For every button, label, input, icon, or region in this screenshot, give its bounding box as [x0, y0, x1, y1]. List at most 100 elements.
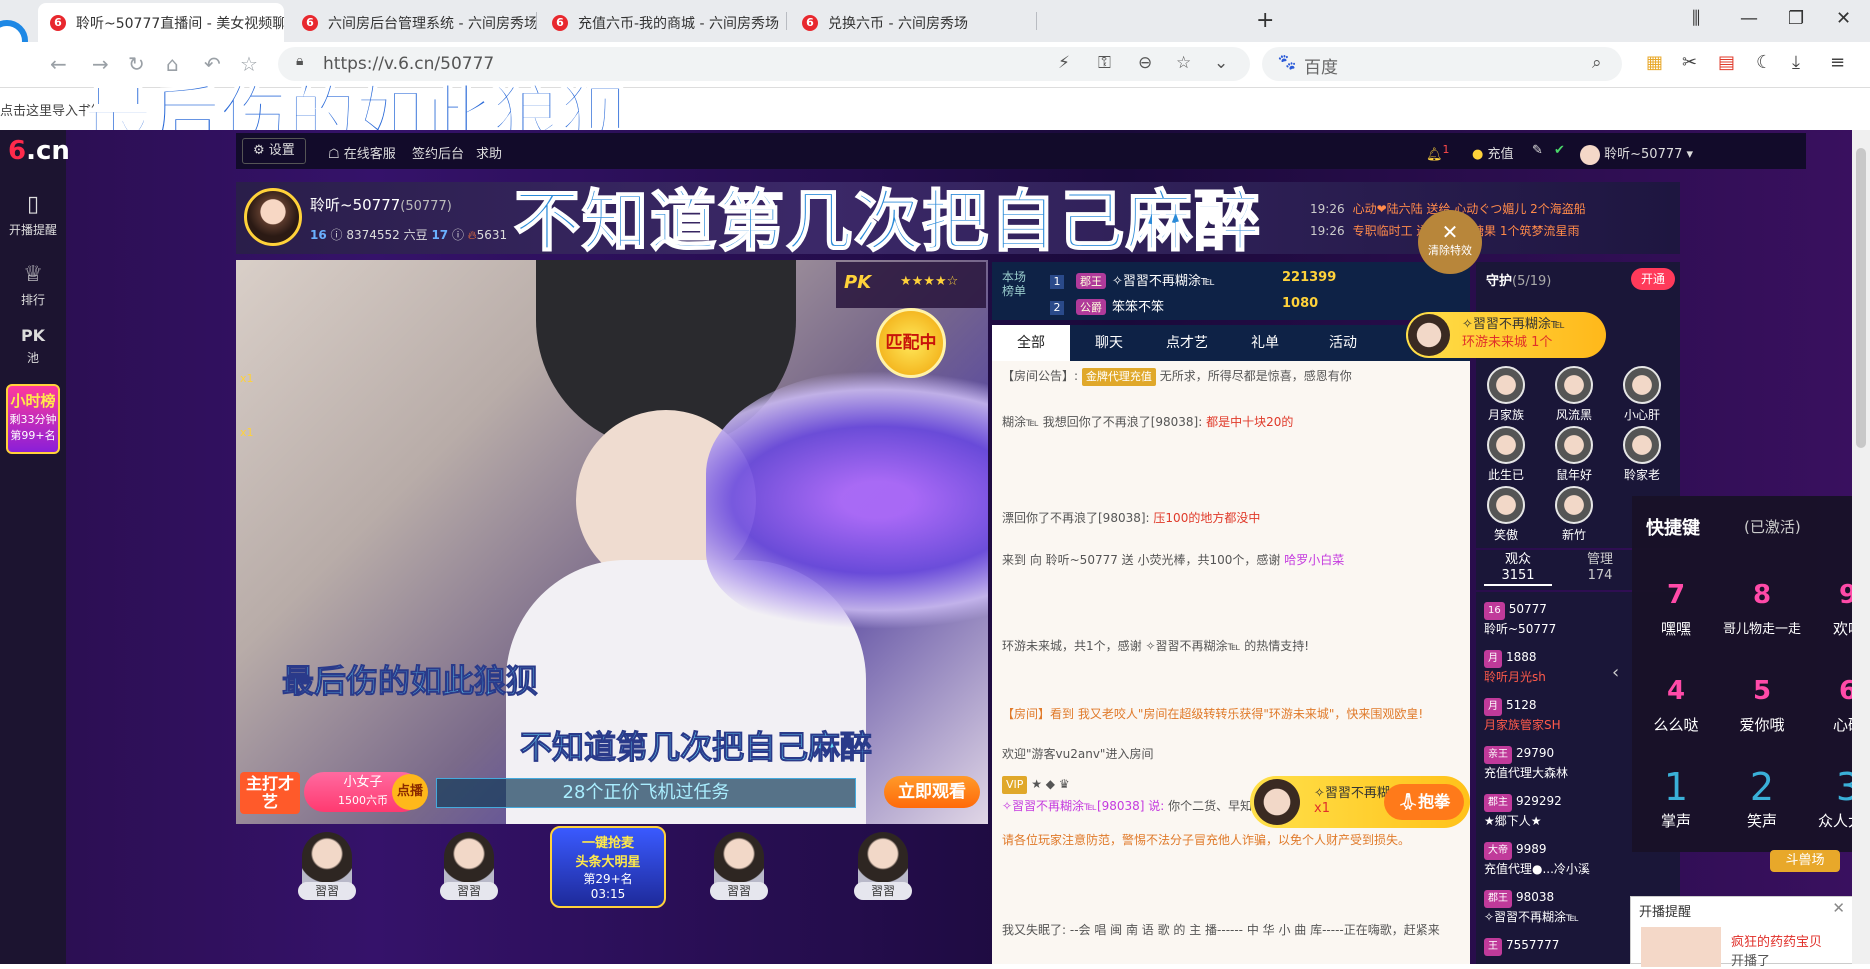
chat-broadcast: 我又失眠了: --会 唱 闽 南 语 歌 的 主 播------ 中 华 小 曲… [1002, 923, 1440, 937]
clear-effects-button[interactable]: ✕ 清除特效 [1418, 210, 1482, 274]
watch-now-button[interactable]: 立即观看 [884, 776, 980, 808]
hour-rank-promo[interactable]: 小时榜 剩33分钟 第99+名 [6, 384, 60, 454]
chat-panel[interactable]: 【房间公告】: 金牌代理充值 无所求，所得尽都是惊喜，感恩有你 糊涂℡ 我想回你… [992, 361, 1470, 964]
tab-recharge[interactable]: 6 充值六币-我的商城 - 六间房秀场 [540, 3, 786, 42]
guard-member[interactable]: 月家族 [1478, 366, 1534, 423]
close-window-icon[interactable]: ✕ [1836, 8, 1851, 29]
gift-car-effect [706, 370, 988, 630]
tab-admins[interactable]: 管理 174 [1566, 552, 1634, 584]
shortcut-item[interactable]: 8 哥儿物走一走 [1720, 572, 1804, 637]
avatar [1487, 486, 1525, 524]
mic-seat[interactable]: 習習 [284, 832, 370, 922]
rank-row[interactable]: 1 郡王 ✧習習不再糊涂℡ 221399 [1050, 270, 1450, 289]
search-icon[interactable]: ⌕ [1592, 53, 1602, 73]
sidebar-item-rank[interactable]: ♕ 排行 [0, 262, 66, 308]
search-placeholder: 百度 [1304, 58, 1338, 78]
sidebar-item-reminder[interactable]: ▯ 开播提醒 [0, 192, 66, 238]
sidebar-item-pk[interactable]: PK 池 [0, 326, 66, 366]
page-scrollbar[interactable] [1852, 130, 1870, 964]
tab-chat[interactable]: 聊天 [1070, 325, 1148, 361]
minimize-icon[interactable]: — [1740, 8, 1758, 29]
shortcut-item[interactable]: 4 么么哒 [1634, 668, 1718, 735]
scissors-icon[interactable]: ✂ [1682, 52, 1697, 73]
sign-backend-link[interactable]: 签约后台 [412, 143, 464, 162]
chevron-left-icon[interactable]: ‹ [1612, 662, 1619, 683]
tab-admin[interactable]: 6 六间房后台管理系统 - 六间房秀场 [290, 3, 536, 42]
avatar [1487, 366, 1525, 404]
tab-live[interactable]: 6 聆听~50777直播间 - 美女视频聊 × [38, 3, 284, 42]
chat-welcome: 欢迎"游客vu2anv"进入房间 [1002, 747, 1154, 761]
tab-divider [1036, 12, 1037, 30]
host-avatar[interactable] [244, 188, 302, 246]
edit-icon[interactable]: ✎ [1532, 143, 1543, 158]
guard-member[interactable]: 聆家老 [1614, 426, 1670, 483]
mic-seat[interactable]: 習習 [696, 832, 782, 922]
download-icon[interactable]: ⤓ [1792, 52, 1800, 73]
hug-button[interactable]: 🙏︎抱拳 [1384, 784, 1464, 820]
chevron-down-icon[interactable]: ⌄ [1214, 53, 1228, 73]
six-room-icon: 6 [302, 14, 318, 31]
avatar [1555, 426, 1593, 464]
close-icon[interactable]: ✕ [1832, 899, 1845, 917]
new-tab-button[interactable]: + [1256, 8, 1274, 33]
tab-exchange[interactable]: 6 兑换六币 - 六间房秀场 [790, 3, 1036, 42]
guard-member[interactable]: 风流黑 [1546, 366, 1602, 423]
verified-icon: ✔ [1554, 143, 1565, 158]
arena-badge[interactable]: 斗兽场 [1770, 850, 1840, 872]
avatar [1408, 314, 1450, 356]
scrollbar-thumb[interactable] [1856, 148, 1866, 448]
flash-icon[interactable]: ⚡︎ [1058, 53, 1070, 73]
apps-icon[interactable]: ▦ [1646, 52, 1663, 73]
search-box[interactable]: 🐾︎ 百度 ⌕ [1262, 47, 1622, 81]
menu-icon[interactable]: ≡ [1830, 52, 1845, 73]
close-icon: ✕ [1441, 220, 1459, 244]
settings-button[interactable]: ⚙ 设置 [242, 138, 306, 164]
help-link[interactable]: 求助 [476, 143, 502, 162]
tab-talent[interactable]: 点才艺 [1148, 325, 1226, 361]
chat-message: 漂回你了不再浪了[98038]: 压100的地方都没中 [1002, 511, 1261, 525]
avatar [1641, 927, 1721, 967]
open-guard-button[interactable]: 开通 [1631, 268, 1675, 290]
tab-label: 充值六币-我的商城 - 六间房秀场 [578, 15, 780, 32]
zoom-icon[interactable]: ⊖ [1138, 53, 1152, 73]
tab-activity[interactable]: 活动 [1304, 325, 1382, 361]
online-service-link[interactable]: ☖ 在线客服 [328, 143, 396, 162]
user-menu[interactable]: 聆听~50777 ▾ [1580, 143, 1693, 165]
pdf-icon[interactable]: ▤ [1718, 52, 1735, 73]
restore-icon[interactable]: ❐ [1788, 8, 1804, 29]
back-icon[interactable]: ← [50, 52, 67, 76]
matching-button[interactable]: 匹配中 [876, 308, 946, 378]
guard-member[interactable]: 此生已 [1478, 426, 1534, 483]
shortcut-item[interactable]: 5 爱你哦 [1720, 668, 1804, 735]
recharge-link[interactable]: ● 充值 [1472, 143, 1514, 162]
shortcut-item[interactable]: 2 笑声 [1720, 764, 1804, 831]
chat-message: 来到 向 聆听~50777 送 小荧光棒，共100个，感谢 哈罗小白菜 [1002, 553, 1345, 567]
bell-icon[interactable]: 🔔︎1 [1426, 143, 1449, 162]
shortcut-item[interactable]: 1 掌声 [1634, 764, 1718, 831]
tab-gifts[interactable]: 礼单 [1226, 325, 1304, 361]
request-song-button[interactable]: 点播 [392, 774, 428, 810]
mic-seat[interactable]: 習習 [426, 832, 512, 922]
guard-member[interactable]: 笑傲 [1478, 486, 1534, 543]
live-reminder-popup[interactable]: 开播提醒 ✕ 疯狂的药药宝贝 开播了 [1630, 896, 1854, 969]
tab-all[interactable]: 全部 [992, 325, 1070, 361]
lyric-overlay-banner: 不知道第几次把自己麻醉 [513, 182, 1262, 261]
talent-task-bar: 主打才艺 小女子 1500六币 点播 28个正价飞机过任务 立即观看 [236, 764, 988, 824]
rank-row[interactable]: 2 公爵 笨笨不笨 1080 [1050, 296, 1450, 315]
pk-panel[interactable]: PK ★★★★☆ [836, 262, 986, 308]
guard-member[interactable]: 小心肝 [1614, 366, 1670, 423]
site-logo[interactable]: 6.cn [8, 136, 70, 166]
guard-member[interactable]: 鼠年好 [1546, 426, 1602, 483]
key-icon[interactable]: ⚿ [1098, 53, 1111, 73]
tab-list-icon[interactable]: ⫼ [1692, 8, 1700, 29]
chat-tabs: 全部 聊天 点才艺 礼单 活动 [992, 325, 1470, 361]
shortcut-item[interactable]: 7 嘿嘿 [1634, 572, 1718, 639]
headline-star-badge[interactable]: 一键抢麦 头条大明星 第29+名 03:15 [550, 826, 666, 908]
chat-message: 糊涂℡ 我想回你了不再浪了[98038]: 都是中十块20的 [1002, 415, 1294, 429]
mic-seat[interactable]: 習習 [840, 832, 926, 922]
guard-member[interactable]: 新竹 [1546, 486, 1602, 543]
favorite-icon[interactable]: ☆ [1176, 53, 1191, 73]
night-mode-icon[interactable]: ☾ [1756, 52, 1772, 73]
star-rating: ★★★★☆ [900, 274, 959, 289]
tab-audience[interactable]: 观众 3151 [1484, 552, 1552, 586]
